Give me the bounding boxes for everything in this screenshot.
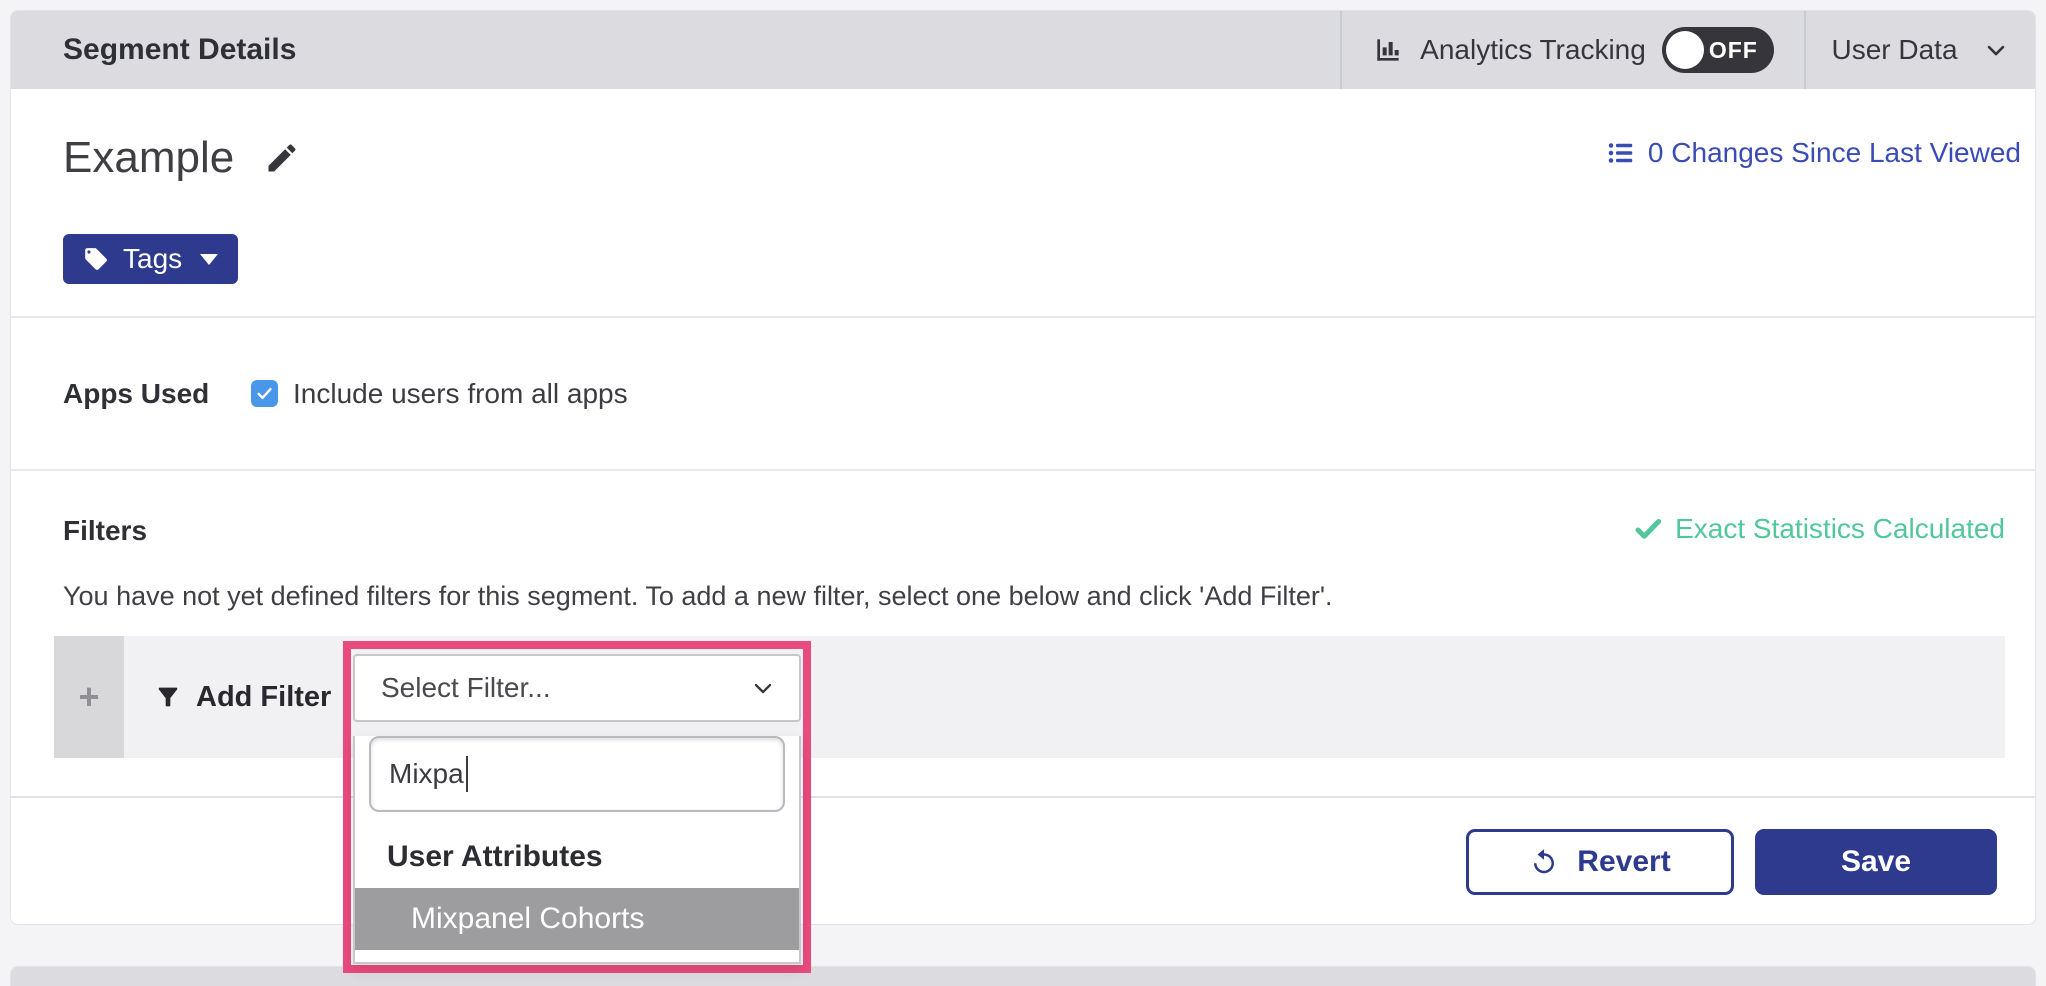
analytics-tracking-label: Analytics Tracking	[1420, 34, 1646, 66]
chevron-down-icon	[1982, 36, 2010, 64]
filters-description: You have not yet defined filters for thi…	[63, 581, 1333, 612]
card-header: Segment Details Analytics Tracking OFF U…	[11, 11, 2035, 89]
include-all-apps-label: Include users from all apps	[293, 378, 628, 410]
list-icon	[1606, 138, 1636, 168]
funnel-icon	[154, 683, 182, 711]
header-right: Analytics Tracking OFF User Data	[1340, 11, 2035, 89]
add-filter-label: Add Filter	[196, 681, 331, 714]
pencil-icon[interactable]	[264, 140, 300, 176]
user-data-dropdown[interactable]: User Data	[1806, 11, 2035, 89]
segment-name-row: Example	[63, 133, 300, 183]
filter-search-input[interactable]: Mixpa	[369, 736, 785, 812]
exact-statistics-label: Exact Statistics Calculated	[1675, 513, 2005, 545]
check-icon	[1633, 514, 1663, 544]
tags-button-label: Tags	[123, 243, 182, 275]
changes-link-label: 0 Changes Since Last Viewed	[1648, 137, 2021, 169]
include-all-apps-checkbox[interactable]	[251, 380, 278, 407]
exact-statistics-status: Exact Statistics Calculated	[1633, 513, 2005, 545]
toggle-knob	[1666, 31, 1704, 69]
footer-actions: Revert Save	[11, 796, 2035, 926]
apps-used-section: Apps Used Include users from all apps	[11, 316, 2035, 469]
filter-select-placeholder: Select Filter...	[381, 672, 551, 704]
filter-search-value: Mixpa	[389, 758, 464, 790]
dropdown-group-label: User Attributes	[355, 826, 799, 888]
bar-chart-icon	[1372, 34, 1404, 66]
annotation-highlight-box: Select Filter... Mixpa User Attributes M…	[343, 641, 811, 973]
tags-button[interactable]: Tags	[63, 234, 238, 284]
user-data-label: User Data	[1831, 34, 1957, 66]
filter-dropdown-panel: Mixpa User Attributes Mixpanel Cohorts	[353, 736, 801, 964]
segment-details-card: Segment Details Analytics Tracking OFF U…	[10, 10, 2036, 925]
tag-icon	[83, 246, 109, 272]
title-section: Example 0 Changes Since Last Viewed Tags	[11, 89, 2035, 316]
next-card-header-bar	[10, 966, 2036, 986]
save-button[interactable]: Save	[1755, 829, 1997, 895]
analytics-tracking-control: Analytics Tracking OFF	[1342, 11, 1804, 89]
dropdown-option-mixpanel-cohorts[interactable]: Mixpanel Cohorts	[355, 888, 799, 950]
text-cursor	[466, 756, 468, 792]
revert-button[interactable]: Revert	[1466, 829, 1734, 895]
filters-section: Filters Exact Statistics Calculated You …	[11, 469, 2035, 796]
chevron-down-icon	[749, 674, 777, 702]
revert-button-label: Revert	[1577, 845, 1670, 879]
caret-down-icon	[200, 254, 218, 265]
toggle-state-label: OFF	[1709, 37, 1758, 64]
analytics-tracking-toggle[interactable]: OFF	[1662, 27, 1774, 73]
filters-heading: Filters	[63, 515, 147, 547]
filter-select[interactable]: Select Filter...	[353, 654, 801, 722]
add-filter-plus-button[interactable]: +	[54, 636, 124, 758]
changes-since-last-viewed-link[interactable]: 0 Changes Since Last Viewed	[1606, 137, 2021, 169]
page-title: Segment Details	[11, 33, 296, 67]
revert-arrow-icon	[1529, 847, 1559, 877]
apps-used-label: Apps Used	[63, 378, 251, 410]
segment-name: Example	[63, 133, 234, 183]
